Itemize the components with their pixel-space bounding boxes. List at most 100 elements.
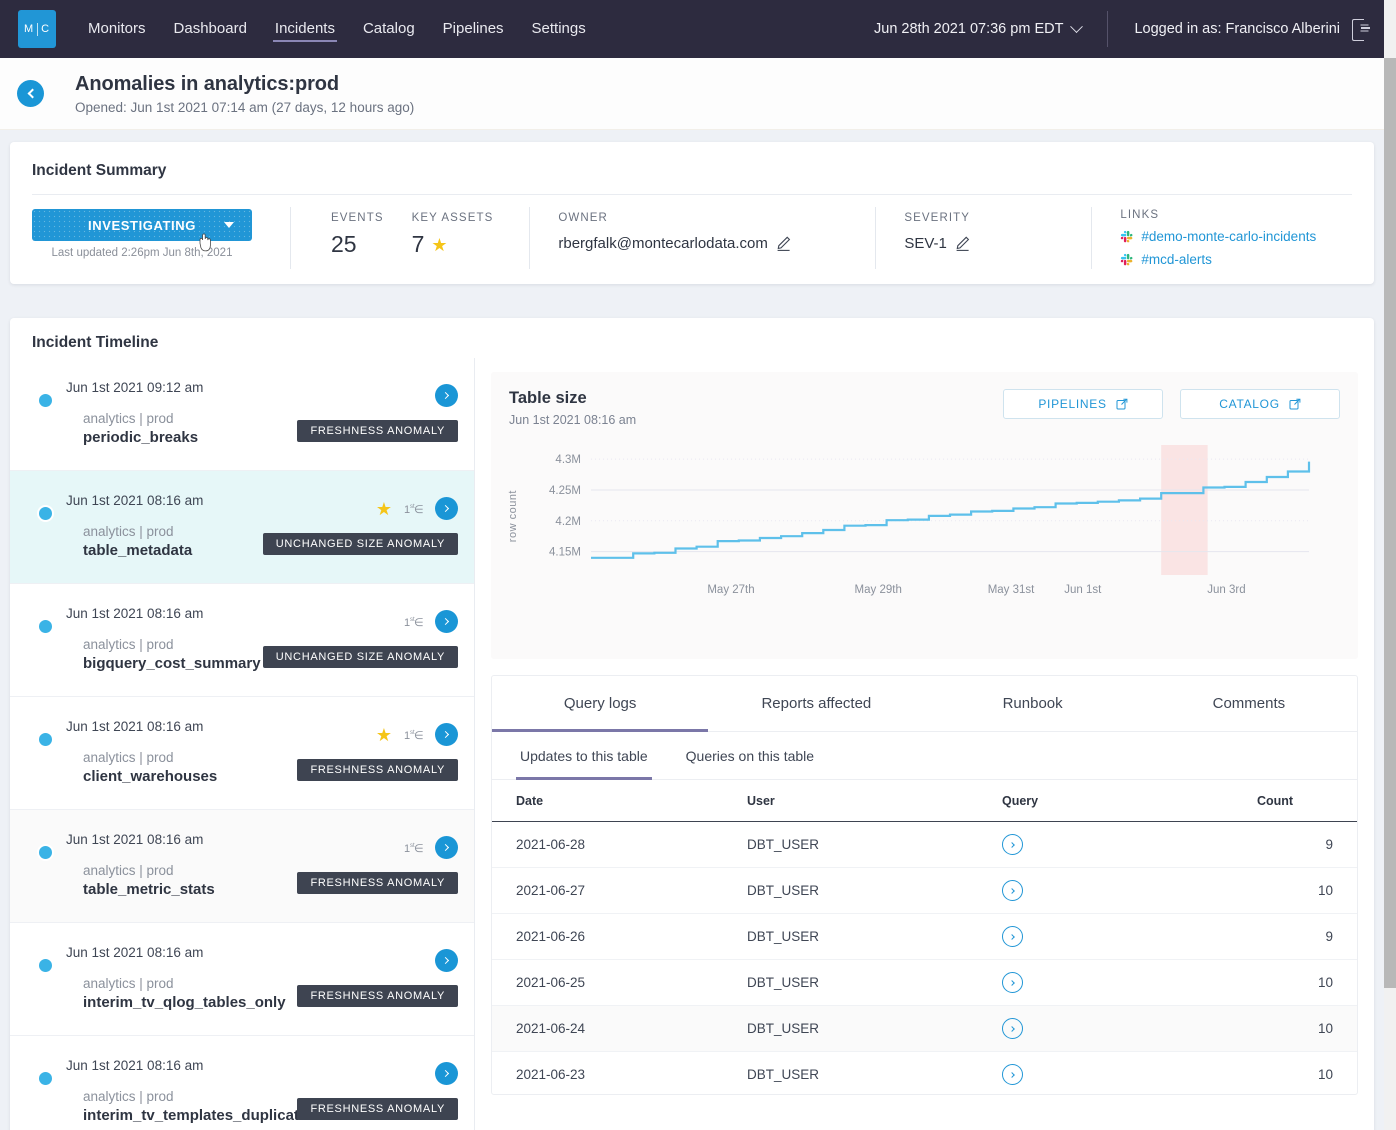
query-logs-table-head: Date User Query Count: [492, 780, 1357, 822]
tab-runbook[interactable]: Runbook: [925, 676, 1141, 731]
table-header-row: Date User Query Count: [492, 780, 1357, 822]
links-label: LINKS: [1120, 209, 1316, 221]
edit-severity-pencil-icon[interactable]: [954, 235, 971, 252]
tab-comments[interactable]: Comments: [1141, 676, 1357, 731]
table-row[interactable]: 2021-06-23 DBT_USER 10: [492, 1052, 1357, 1096]
column-header-query: Query: [1002, 780, 1257, 822]
slack-link-1[interactable]: #demo-monte-carlo-incidents: [1141, 229, 1316, 244]
logo-left-letter: M: [24, 23, 34, 35]
timeline-item-open-button[interactable]: [435, 836, 458, 859]
key-assets-value-wrap: 7 ★: [412, 231, 494, 258]
star-icon: ★: [376, 726, 392, 744]
timeline-item[interactable]: Jun 1st 2021 08:16 am analytics | prod i…: [10, 923, 474, 1036]
slack-link-2[interactable]: #mcd-alerts: [1141, 252, 1212, 267]
timeline-item-tag: FRESHNESS ANOMALY: [297, 872, 458, 894]
timeline-item-icons: ★ 1st∈: [376, 497, 458, 520]
timeline-item-open-button[interactable]: [435, 723, 458, 746]
timeline-item[interactable]: Jun 1st 2021 08:16 am analytics | prod b…: [10, 584, 474, 697]
svg-text:May 27th: May 27th: [707, 584, 754, 596]
cell-count: 10: [1257, 960, 1357, 1006]
nav-item-monitors[interactable]: Monitors: [88, 0, 146, 58]
cell-count: 10: [1257, 868, 1357, 914]
events-value: 25: [331, 231, 384, 258]
cell-query: [1002, 914, 1257, 960]
timeline-list[interactable]: Jun 1st 2021 09:12 am analytics | prod p…: [10, 358, 475, 1130]
tab-reports-affected[interactable]: Reports affected: [708, 676, 924, 731]
query-logs-table-body: 2021-06-28 DBT_USER 9 2021-06-27 DBT_USE…: [492, 822, 1357, 1096]
view-query-button[interactable]: [1002, 834, 1023, 855]
table-row[interactable]: 2021-06-26 DBT_USER 9: [492, 914, 1357, 960]
cell-count: 9: [1257, 914, 1357, 960]
nav-item-settings[interactable]: Settings: [532, 0, 586, 58]
incident-summary-row: INVESTIGATING Last updated 2:26pm Jun 8t…: [10, 195, 1374, 281]
timeline-dot-icon: [37, 957, 54, 974]
timeline-item-icons: [435, 384, 458, 407]
pipelines-button[interactable]: PIPELINES: [1003, 389, 1163, 419]
date-range-picker[interactable]: Jun 28th 2021 07:36 pm EDT: [874, 21, 1081, 37]
status-dropdown-button[interactable]: INVESTIGATING: [32, 209, 252, 241]
severity-value-wrap: SEV-1: [904, 235, 1091, 252]
app-logo[interactable]: MC: [18, 10, 56, 48]
links-cell: LINKS #demo-monte-carlo-incidents: [1092, 195, 1316, 281]
slack-icon: [1120, 230, 1133, 243]
chevron-right-icon: [1009, 842, 1015, 848]
view-query-button[interactable]: [1002, 1018, 1023, 1039]
table-size-chart-card: Table size Jun 1st 2021 08:16 am PIPELIN…: [491, 372, 1358, 659]
catalog-button[interactable]: CATALOG: [1180, 389, 1340, 419]
page-scrollbar-thumb[interactable]: [1384, 58, 1396, 988]
incident-summary-card: Incident Summary INVESTIGATING Last upda…: [10, 142, 1374, 284]
timeline-item[interactable]: Jun 1st 2021 08:16 am analytics | prod c…: [10, 697, 474, 810]
page-subtitle: Opened: Jun 1st 2021 07:14 am (27 days, …: [75, 100, 414, 115]
timeline-item-open-button[interactable]: [435, 610, 458, 633]
timeline-dot-icon: [37, 505, 54, 522]
severity-cell: SEVERITY SEV-1: [876, 195, 1091, 281]
timeline-item-open-button[interactable]: [435, 497, 458, 520]
page-header: Anomalies in analytics:prod Opened: Jun …: [0, 58, 1384, 130]
severity-label: SEVERITY: [904, 212, 1091, 224]
incident-timeline-card: Incident Timeline Jun 1st 2021 09:12 am …: [10, 318, 1374, 1130]
cell-count: 10: [1257, 1052, 1357, 1096]
timeline-item[interactable]: Jun 1st 2021 09:12 am analytics | prod p…: [10, 358, 474, 471]
view-query-button[interactable]: [1002, 1064, 1023, 1085]
table-row[interactable]: 2021-06-24 DBT_USER 10: [492, 1006, 1357, 1052]
logout-icon[interactable]: [1352, 19, 1370, 39]
svg-text:May 29th: May 29th: [855, 584, 902, 596]
timeline-item[interactable]: Jun 1st 2021 08:16 am analytics | prod i…: [10, 1036, 474, 1130]
edit-owner-pencil-icon[interactable]: [775, 235, 792, 252]
star-icon: ★: [431, 236, 447, 254]
query-logs-table: Date User Query Count 2021-06-28 DBT_USE…: [492, 780, 1357, 1095]
table-row[interactable]: 2021-06-27 DBT_USER 10: [492, 868, 1357, 914]
severity-value: SEV-1: [904, 235, 947, 252]
nav-item-incidents[interactable]: Incidents: [275, 0, 335, 58]
table-row[interactable]: 2021-06-28 DBT_USER 9: [492, 822, 1357, 868]
external-link-icon: [1289, 398, 1301, 410]
nav-item-pipelines[interactable]: Pipelines: [443, 0, 504, 58]
nav-item-catalog[interactable]: Catalog: [363, 0, 415, 58]
timeline-item-open-button[interactable]: [435, 1062, 458, 1085]
cell-user: DBT_USER: [747, 1052, 1002, 1096]
table-row[interactable]: 2021-06-25 DBT_USER 10: [492, 960, 1357, 1006]
view-query-button[interactable]: [1002, 972, 1023, 993]
chart-buttons: PIPELINES CATALOG: [1003, 389, 1340, 419]
timeline-item[interactable]: Jun 1st 2021 08:16 am analytics | prod t…: [10, 810, 474, 923]
timeline-item-tag: FRESHNESS ANOMALY: [297, 759, 458, 781]
subtab-queries-on-this-table[interactable]: Queries on this table: [682, 732, 818, 779]
status-group: INVESTIGATING Last updated 2:26pm Jun 8t…: [32, 195, 290, 281]
page-scrollbar-track[interactable]: [1384, 0, 1396, 1130]
status-last-updated: Last updated 2:26pm Jun 8th, 2021: [32, 247, 252, 259]
timeline-item-time: Jun 1st 2021 08:16 am: [66, 606, 458, 621]
timeline-item-open-button[interactable]: [435, 949, 458, 972]
subtab-updates-to-this-table[interactable]: Updates to this table: [516, 732, 652, 779]
nav-item-dashboard[interactable]: Dashboard: [174, 0, 247, 58]
timeline-item[interactable]: Jun 1st 2021 08:16 am analytics | prod t…: [10, 471, 474, 584]
tab-query-logs[interactable]: Query logs: [492, 676, 708, 731]
back-button[interactable]: [17, 80, 44, 107]
view-query-button[interactable]: [1002, 880, 1023, 901]
view-query-button[interactable]: [1002, 926, 1023, 947]
chart-title: Table size: [509, 389, 636, 408]
timeline-dot-icon: [37, 731, 54, 748]
timeline-item-open-button[interactable]: [435, 384, 458, 407]
chevron-right-icon: [442, 1070, 449, 1077]
incident-detail-panel: Table size Jun 1st 2021 08:16 am PIPELIN…: [475, 358, 1374, 1130]
chevron-right-icon: [1009, 1072, 1015, 1078]
